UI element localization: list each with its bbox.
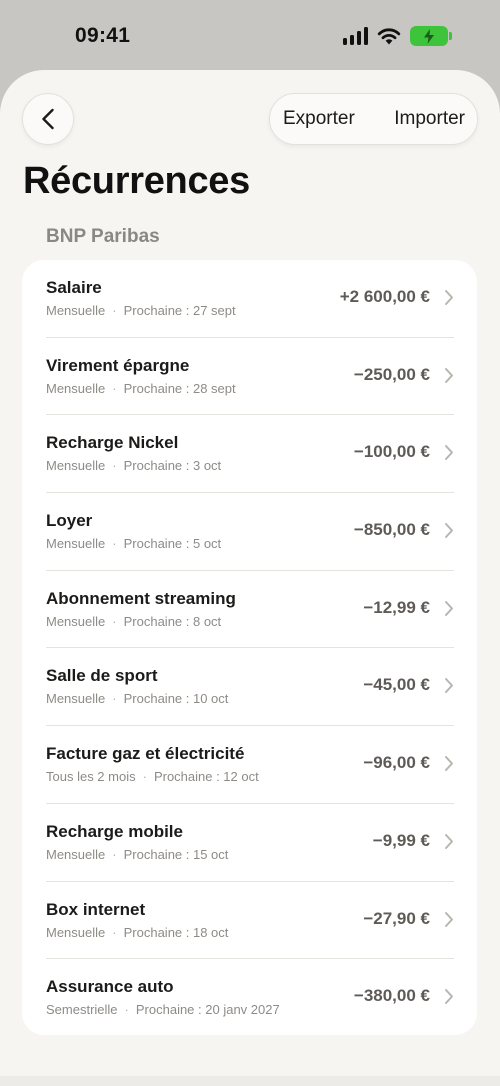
recurrence-meta: Mensuelle · Prochaine : 10 oct — [46, 691, 228, 706]
recurrence-meta: Mensuelle · Prochaine : 18 oct — [46, 925, 228, 940]
recurrence-next-date: Prochaine : 15 oct — [123, 846, 229, 862]
recurrence-row[interactable]: Box internet Mensuelle · Prochaine : 18 oc… — [46, 882, 454, 960]
recurrence-name: Recharge Nickel — [46, 433, 179, 453]
chevron-right-icon — [445, 600, 453, 616]
recurrence-meta: Mensuelle · Prochaine : 3 oct — [46, 458, 221, 473]
recurrence-name: Salaire — [46, 278, 102, 297]
page-title: Récurrences — [23, 160, 250, 202]
chevron-right-icon — [445, 367, 453, 383]
wifi-icon — [377, 28, 401, 45]
recurrence-amount: −850,00 € — [353, 520, 430, 540]
recurrence-frequency: Mensuelle — [46, 691, 106, 707]
separator-dot: · — [112, 536, 117, 552]
chevron-right-icon — [445, 523, 453, 539]
status-icons — [342, 26, 452, 46]
status-bar: 09:41 — [0, 0, 500, 70]
recurrence-amount: +2 600,00 € — [339, 287, 430, 306]
recurrence-frequency: Semestrielle — [46, 1002, 118, 1018]
export-button[interactable]: Exporter — [283, 108, 355, 130]
recurrence-next-date: Prochaine : 5 oct — [123, 536, 222, 552]
recurrence-row[interactable]: Assurance auto Semestrielle · Prochaine : … — [46, 959, 454, 1037]
signal-icon — [342, 27, 368, 45]
chevron-left-icon — [42, 108, 54, 130]
recurrence-list: Salaire Mensuelle · Prochaine : 27 sept +2… — [22, 260, 477, 1035]
recurrence-row[interactable]: Recharge Nickel Mensuelle · Prochaine : 3 … — [46, 415, 454, 494]
separator-dot: · — [112, 846, 117, 862]
chevron-right-icon — [445, 678, 453, 694]
separator-dot: · — [112, 924, 117, 940]
recurrence-frequency: Mensuelle — [46, 613, 106, 629]
chevron-right-icon — [445, 989, 453, 1005]
recurrence-name: Recharge mobile — [46, 821, 183, 841]
back-button[interactable] — [22, 93, 74, 145]
recurrence-frequency: Mensuelle — [46, 924, 106, 940]
chevron-right-icon — [445, 833, 453, 849]
recurrence-next-date: Prochaine : 28 sept — [123, 380, 236, 396]
recurrence-next-date: Prochaine : 8 oct — [123, 613, 222, 629]
recurrence-row[interactable]: Recharge mobile Mensuelle · Prochaine : 15… — [46, 804, 454, 882]
recurrence-frequency: Mensuelle — [46, 536, 106, 552]
recurrence-meta: Mensuelle · Prochaine : 8 oct — [46, 614, 221, 629]
recurrence-amount: −27,90 € — [363, 908, 430, 928]
recurrence-meta: Mensuelle · Prochaine : 28 sept — [46, 381, 236, 396]
recurrence-row[interactable]: Salaire Mensuelle · Prochaine : 27 sept +2… — [46, 260, 454, 338]
recurrence-next-date: Prochaine : 12 oct — [153, 769, 259, 785]
status-time: 09:41 — [75, 24, 131, 47]
recurrence-next-date: Prochaine : 27 sept — [123, 303, 236, 318]
recurrence-meta: Semestrielle · Prochaine : 20 janv 2027 — [46, 1002, 280, 1017]
recurrence-row[interactable]: Virement épargne Mensuelle · Prochaine : 2… — [46, 338, 454, 416]
export-import-group: Exporter Importer — [269, 93, 478, 145]
separator-dot: · — [112, 458, 117, 474]
recurrence-name: Facture gaz et électricité — [46, 744, 245, 764]
recurrence-amount: −9,99 € — [372, 830, 430, 850]
chevron-right-icon — [445, 290, 453, 305]
separator-dot: · — [112, 691, 117, 707]
recurrence-amount: −100,00 € — [353, 442, 430, 462]
recurrence-row[interactable]: Loyer Mensuelle · Prochaine : 5 oct −850,0… — [46, 493, 454, 571]
separator-dot: · — [124, 1002, 129, 1018]
separator-dot: · — [142, 769, 147, 785]
recurrence-amount: −250,00 € — [353, 364, 430, 384]
recurrence-frequency: Mensuelle — [46, 380, 106, 396]
battery-charging-icon — [410, 26, 452, 46]
bank-section-title: BNP Paribas — [46, 226, 160, 247]
recurrence-row[interactable]: Salle de sport Mensuelle · Prochaine : 10 … — [46, 648, 454, 727]
recurrence-name: Abonnement streaming — [46, 588, 236, 608]
recurrence-row[interactable]: Facture gaz et électricité Tous les 2 mo… — [46, 726, 454, 804]
recurrence-name: Loyer — [46, 511, 93, 531]
recurrence-amount: −12,99 € — [363, 597, 430, 617]
recurrence-row[interactable]: Abonnement streaming Mensuelle · Prochaine… — [46, 571, 454, 649]
recurrence-next-date: Prochaine : 18 oct — [123, 924, 229, 940]
recurrence-name: Assurance auto — [46, 977, 174, 997]
separator-dot: · — [112, 380, 117, 396]
recurrence-meta: Mensuelle · Prochaine : 5 oct — [46, 536, 221, 551]
recurrence-meta: Mensuelle · Prochaine : 27 sept — [46, 303, 236, 318]
recurrence-frequency: Tous les 2 mois — [46, 769, 136, 785]
recurrence-amount: −380,00 € — [353, 986, 430, 1006]
chevron-right-icon — [445, 445, 453, 461]
recurrence-amount: −45,00 € — [363, 675, 430, 695]
recurrence-next-date: Prochaine : 20 janv 2027 — [135, 1002, 280, 1018]
recurrence-name: Box internet — [46, 899, 146, 919]
recurrence-next-date: Prochaine : 3 oct — [123, 458, 222, 474]
recurrence-amount: −96,00 € — [363, 753, 430, 773]
recurrence-next-date: Prochaine : 10 oct — [123, 691, 229, 707]
recurrence-meta: Tous les 2 mois · Prochaine : 12 oct — [46, 769, 259, 784]
separator-dot: · — [112, 613, 117, 629]
recurrence-name: Virement épargne — [46, 355, 190, 375]
home-indicator — [0, 1076, 500, 1086]
chevron-right-icon — [445, 911, 453, 927]
recurrences-sheet: Exporter Importer Récurrences BNP Pariba… — [0, 70, 500, 1086]
separator-dot: · — [112, 303, 117, 318]
recurrence-frequency: Mensuelle — [46, 846, 106, 862]
recurrence-meta: Mensuelle · Prochaine : 15 oct — [46, 847, 228, 862]
recurrence-frequency: Mensuelle — [46, 303, 106, 318]
recurrence-name: Salle de sport — [46, 666, 158, 686]
chevron-right-icon — [445, 756, 453, 772]
import-button[interactable]: Importer — [394, 108, 465, 130]
recurrence-frequency: Mensuelle — [46, 458, 106, 474]
